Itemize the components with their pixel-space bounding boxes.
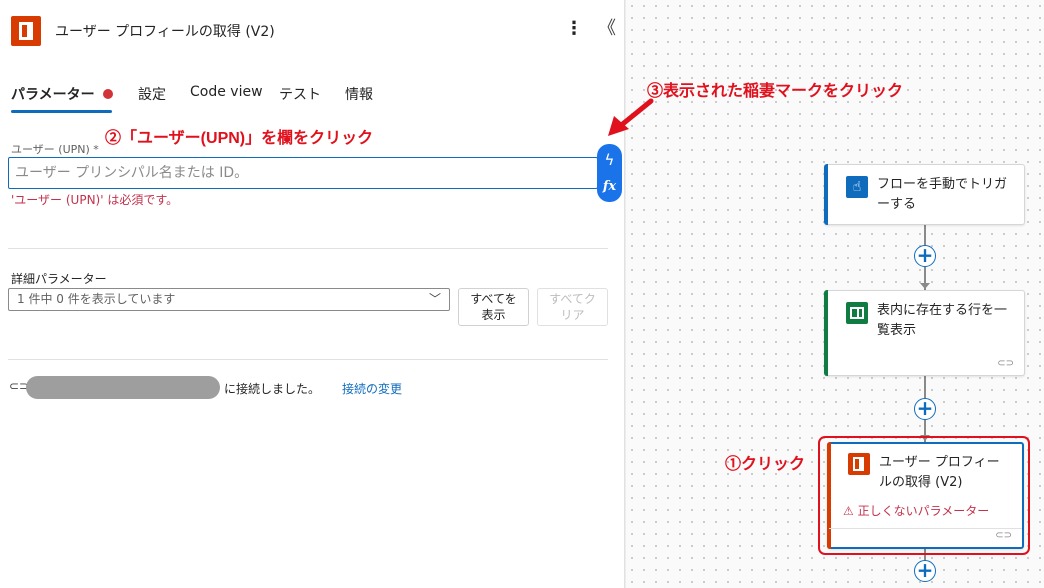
- advanced-parameters-label: 詳細パラメーター: [11, 272, 107, 286]
- node-title: 表内に存在する行を一覧表示: [877, 303, 1008, 338]
- flow-node-excel[interactable]: 表内に存在する行を一覧表示 ⊂⊃: [824, 290, 1025, 376]
- add-step-button[interactable]: +: [914, 245, 936, 267]
- tab-settings[interactable]: 設定: [138, 84, 166, 104]
- upn-error-message: 'ユーザー (UPN)' は必須です。: [11, 193, 179, 207]
- advanced-parameters-select[interactable]: 1 件中 0 件を表示しています ﹀: [8, 288, 450, 311]
- annotation-step-2: ②「ユーザー(UPN)」を欄をクリック: [105, 130, 374, 147]
- clear-all-label-line1: すべてク: [549, 292, 596, 306]
- office-icon: [11, 16, 41, 46]
- show-all-label-line2: 表示: [481, 308, 506, 322]
- touch-icon: ☝: [846, 176, 868, 198]
- lightning-icon[interactable]: ϟ: [597, 148, 622, 172]
- panel-title: ユーザー プロフィールの取得 (V2): [55, 24, 275, 40]
- annotation-step-3: ③表示された稲妻マークをクリック: [647, 83, 904, 100]
- upn-field-label: ユーザー (UPN) *: [11, 143, 99, 156]
- annotation-arrow-icon: [608, 98, 654, 136]
- connection-account-redacted: [26, 376, 220, 399]
- divider: [8, 248, 608, 249]
- show-all-button[interactable]: すべてを 表示: [458, 288, 529, 326]
- arrow-down-icon: [920, 283, 930, 289]
- parameters-panel: ユーザー プロフィールの取得 (V2) ⋮ 《 パラメーター 設定 Code v…: [0, 0, 625, 588]
- tab-code-view[interactable]: Code view: [190, 84, 263, 100]
- annotation-step-1: ①クリック: [725, 456, 806, 473]
- clear-all-label-line2: リア: [560, 308, 585, 322]
- divider: [8, 359, 608, 360]
- add-step-button[interactable]: +: [914, 398, 936, 420]
- node-title: フローを手動でトリガーする: [877, 177, 1008, 212]
- tab-parameters-label: パラメーター: [11, 87, 95, 103]
- annotation-highlight-box: [818, 436, 1030, 555]
- collapse-panel-icon[interactable]: 《: [596, 18, 618, 42]
- advanced-parameters-value: 1 件中 0 件を表示しています: [17, 292, 176, 306]
- dynamic-content-toolbar: ϟ fx: [597, 144, 622, 202]
- excel-icon: [846, 302, 868, 324]
- connection-status: に接続しました。: [224, 382, 321, 396]
- upn-input[interactable]: ユーザー プリンシパル名または ID。: [8, 157, 598, 189]
- clear-all-button[interactable]: すべてク リア: [537, 288, 608, 326]
- node-accent-stripe: [824, 164, 828, 225]
- tab-info[interactable]: 情報: [345, 84, 373, 104]
- more-options-icon[interactable]: ⋮: [565, 18, 583, 42]
- tab-test[interactable]: テスト: [279, 84, 321, 104]
- active-tab-indicator: [11, 110, 112, 113]
- change-connection-link[interactable]: 接続の変更: [342, 380, 402, 397]
- node-accent-stripe: [824, 290, 828, 376]
- flow-node-trigger[interactable]: ☝ フローを手動でトリガーする: [824, 164, 1025, 225]
- chevron-down-icon: ﹀: [428, 292, 441, 306]
- link-icon: ⊂⊃: [997, 358, 1014, 369]
- tab-parameters[interactable]: パラメーター: [11, 84, 113, 104]
- fx-icon[interactable]: fx: [597, 176, 622, 198]
- show-all-label-line1: すべてを: [470, 292, 517, 306]
- error-dot-icon: [102, 89, 113, 99]
- add-step-button[interactable]: +: [914, 560, 936, 582]
